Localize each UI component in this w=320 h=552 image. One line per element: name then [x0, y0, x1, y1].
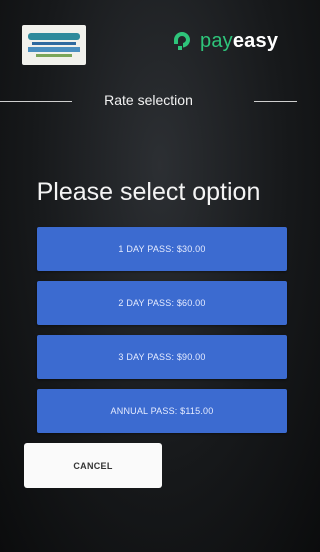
- section-title: Rate selection: [104, 92, 193, 108]
- section-header: Rate selection: [0, 88, 297, 114]
- option-button-3-day[interactable]: 3 DAY PASS: $90.00: [37, 335, 287, 379]
- option-button-1-day[interactable]: 1 DAY PASS: $30.00: [37, 227, 287, 271]
- payeasy-brand: payeasy: [170, 28, 278, 54]
- cancel-button[interactable]: CANCEL: [24, 443, 162, 488]
- divider-right: [254, 101, 297, 102]
- header: payeasy: [0, 0, 297, 80]
- option-button-annual[interactable]: ANNUAL PASS: $115.00: [37, 389, 287, 433]
- payeasy-logo-icon: [174, 32, 190, 50]
- option-button-2-day[interactable]: 2 DAY PASS: $60.00: [37, 281, 287, 325]
- partner-logo: [22, 25, 86, 65]
- brand-name: payeasy: [200, 29, 279, 52]
- page-prompt: Please select option: [36, 178, 261, 206]
